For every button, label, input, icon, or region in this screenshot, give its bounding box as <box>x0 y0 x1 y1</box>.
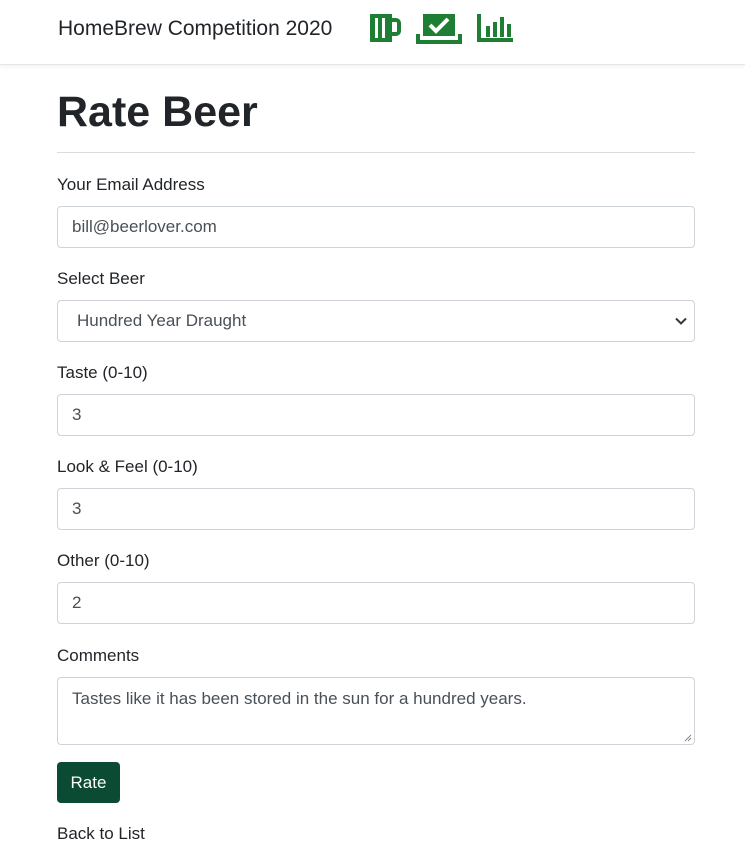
taste-group: Taste (0-10) 3 <box>57 362 695 436</box>
email-field[interactable]: bill@beerlover.com <box>57 206 695 248</box>
title-divider <box>57 152 695 153</box>
rate-button[interactable]: Rate <box>57 762 120 803</box>
brand-link[interactable]: HomeBrew Competition 2020 <box>58 16 332 42</box>
back-to-list-link[interactable]: Back to List <box>57 823 145 845</box>
email-group: Your Email Address bill@beerlover.com <box>57 174 695 248</box>
email-label: Your Email Address <box>57 175 205 194</box>
page-title: Rate Beer <box>57 88 258 136</box>
beer-group: Select Beer Hundred Year Draught <box>57 268 695 342</box>
chevron-down-icon <box>675 317 687 325</box>
beer-select[interactable]: Hundred Year Draught <box>57 300 695 342</box>
comments-text: Tastes like it has been stored in the su… <box>72 689 527 708</box>
taste-field[interactable]: 3 <box>57 394 695 436</box>
resize-grip-icon[interactable] <box>682 732 692 742</box>
comments-group: Comments Tastes like it has been stored … <box>57 645 695 745</box>
look-group: Look & Feel (0-10) 3 <box>57 456 695 530</box>
comments-label: Comments <box>57 646 140 665</box>
beer-mug-icon[interactable] <box>368 12 402 44</box>
taste-label: Taste (0-10) <box>57 363 148 382</box>
main-content: Rate Beer Your Email Address bill@beerlo… <box>57 64 695 843</box>
navbar: HomeBrew Competition 2020 <box>0 0 745 65</box>
other-label: Other (0-10) <box>57 551 150 570</box>
other-field[interactable]: 2 <box>57 582 695 624</box>
look-label: Look & Feel (0-10) <box>57 457 198 476</box>
beer-label: Select Beer <box>57 269 145 288</box>
beer-select-value: Hundred Year Draught <box>77 311 247 330</box>
other-group: Other (0-10) 2 <box>57 550 695 624</box>
vote-check-icon[interactable] <box>416 12 462 44</box>
results-chart-icon[interactable] <box>477 12 515 44</box>
comments-textarea[interactable]: Tastes like it has been stored in the su… <box>57 677 695 745</box>
look-field[interactable]: 3 <box>57 488 695 530</box>
